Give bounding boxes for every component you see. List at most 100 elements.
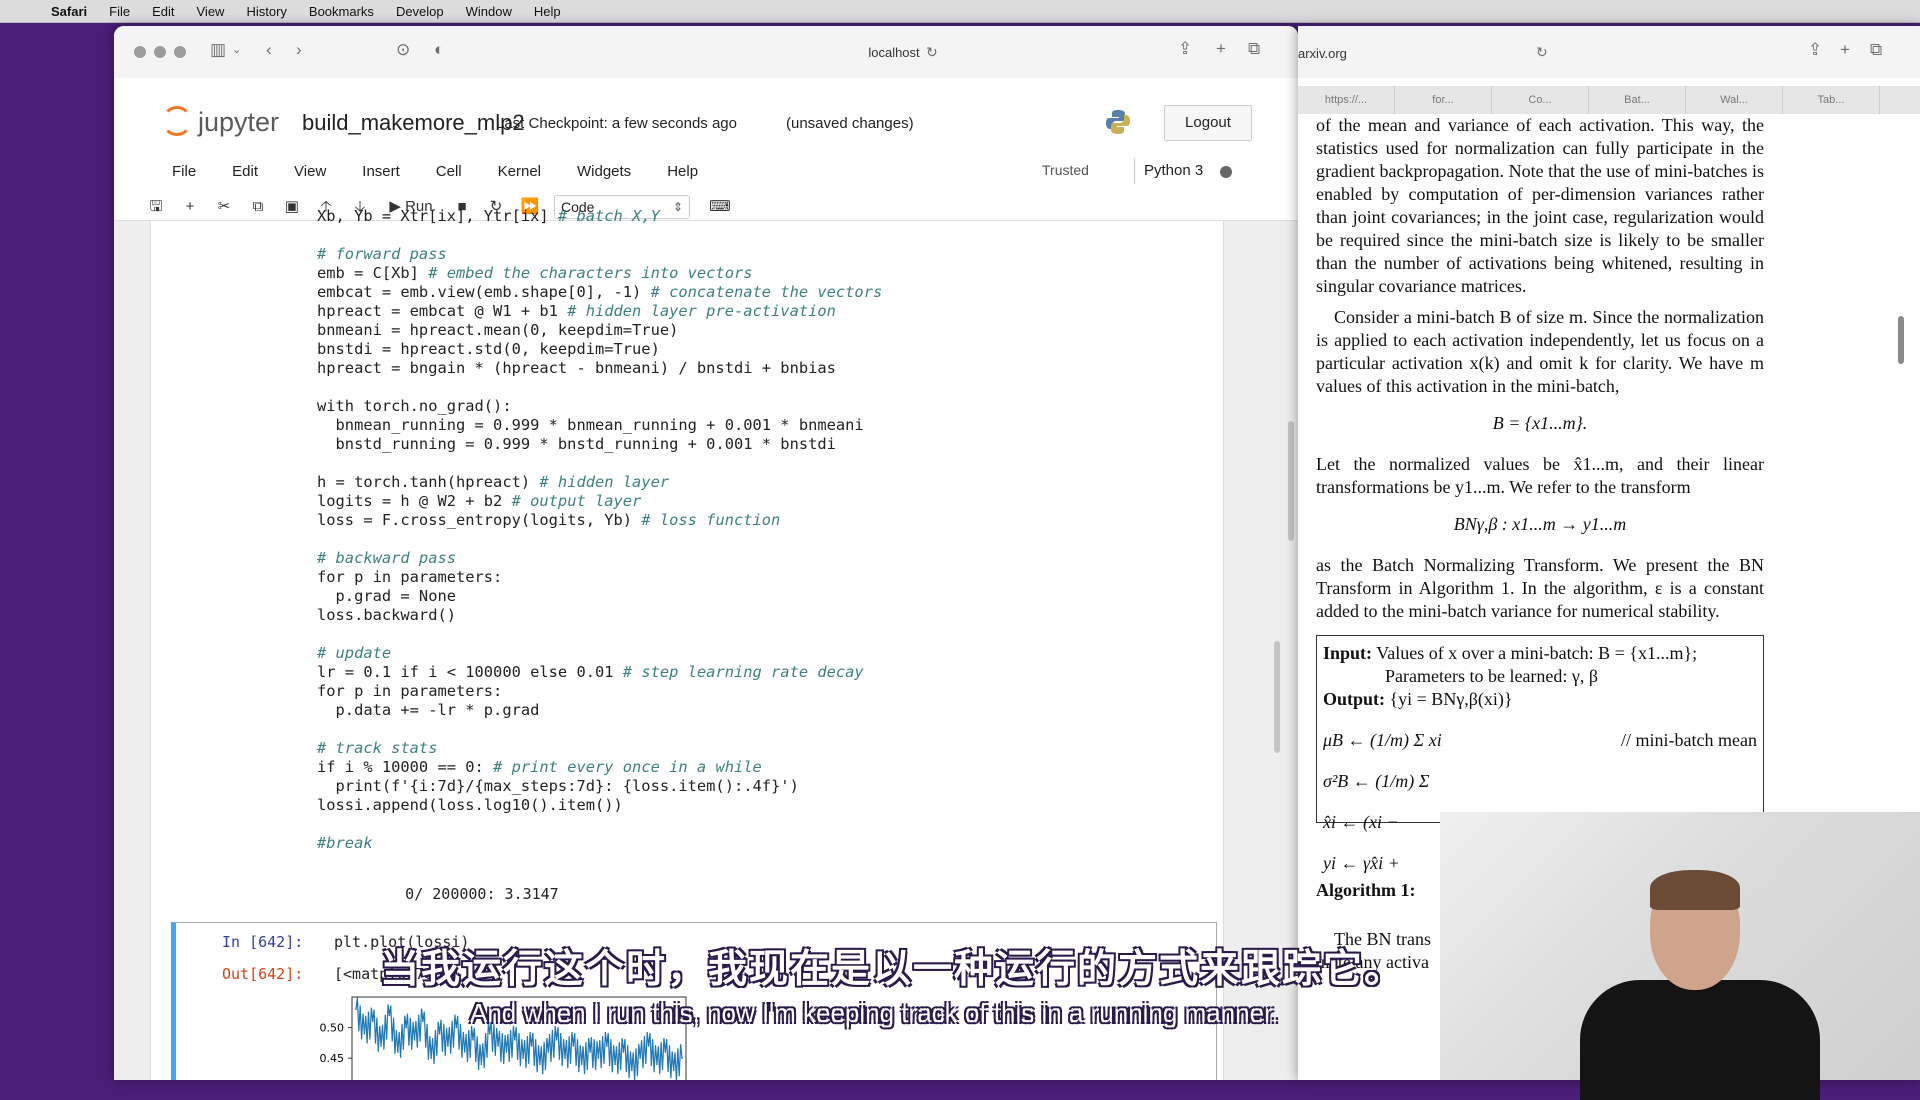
paper-scrollbar[interactable]: [1898, 316, 1904, 364]
code-comment: # concatenate the vectors: [650, 283, 883, 301]
loss-point: [672, 1069, 675, 1072]
address-bar-right[interactable]: arxiv.org: [1298, 46, 1347, 61]
paste-icon[interactable]: ▣: [278, 195, 306, 219]
loss-point: [631, 1069, 633, 1072]
menu-file[interactable]: File: [98, 4, 141, 19]
alg-line-1: μB ← (1/m) Σ xi: [1323, 730, 1442, 750]
minimize-window-button[interactable]: [154, 46, 166, 58]
new-tab-icon[interactable]: +: [1216, 39, 1226, 59]
code-line: for p in parameters:: [317, 682, 882, 701]
input-prompt: In [642]:: [222, 933, 304, 951]
code-cell-editor[interactable]: Xb, Yb = Xtr[ix], Ytr[ix] # batch X,Y # f…: [317, 207, 882, 853]
menu-view[interactable]: View: [186, 4, 236, 19]
subtitle-chinese: 当我运行这个时，我现在是以一种运行的方式来跟踪它。: [380, 948, 1406, 991]
tab-3[interactable]: Co...: [1492, 86, 1589, 114]
code-comment: # batch X,Y: [557, 207, 660, 225]
code-line: bnmean_running = 0.999 * bnmean_running …: [317, 416, 882, 435]
back-icon[interactable]: ‹: [266, 40, 272, 60]
code-line: p.data += -lr * p.grad: [317, 701, 882, 720]
tab-1[interactable]: https://...: [1298, 86, 1395, 114]
menu-window[interactable]: Window: [455, 4, 523, 19]
loss-point: [363, 1032, 366, 1035]
jupyter-logo[interactable]: jupyter: [162, 106, 279, 138]
code-text: with torch.no_grad():: [317, 397, 512, 415]
jupyter-menu-kernel[interactable]: Kernel: [480, 158, 559, 186]
tab-6[interactable]: Tab...: [1783, 86, 1880, 114]
insert-cell-icon[interactable]: +: [176, 195, 204, 219]
menu-develop[interactable]: Develop: [385, 4, 455, 19]
code-comment: # embed the characters into vectors: [428, 264, 753, 282]
save-icon[interactable]: 🖫: [142, 195, 170, 219]
cell-scrollbar[interactable]: [1274, 641, 1280, 753]
tab-overview-icon[interactable]: ⧉: [1248, 39, 1260, 59]
shield-icon[interactable]: ◐: [434, 40, 444, 60]
share-icon[interactable]: ⇪: [1178, 39, 1192, 59]
notebook-scrollbar[interactable]: [1288, 421, 1294, 541]
menu-app-name[interactable]: Safari: [40, 4, 98, 19]
code-comment: # print every once in a while: [493, 758, 762, 776]
zoom-window-button[interactable]: [174, 46, 186, 58]
menu-history[interactable]: History: [235, 4, 297, 19]
jupyter-menu-help[interactable]: Help: [649, 158, 716, 186]
new-tab-icon[interactable]: +: [1840, 40, 1850, 60]
sidebar-icon[interactable]: ▥: [210, 40, 226, 60]
share-icon[interactable]: ⇪: [1808, 40, 1822, 60]
code-text: loss = F.cross_entropy(logits, Yb): [317, 511, 642, 529]
kernel-name[interactable]: Python 3: [1144, 162, 1203, 179]
code-line: emb = C[Xb] # embed the characters into …: [317, 264, 882, 283]
paper-paragraph-1: of the mean and variance of each activat…: [1316, 115, 1764, 296]
y-tick-label: 0.50: [320, 1022, 345, 1035]
jupyter-menu-cell[interactable]: Cell: [418, 158, 480, 186]
cut-icon[interactable]: ✂: [210, 195, 238, 219]
code-line: hpreact = embcat @ W1 + b1 # hidden laye…: [317, 302, 882, 321]
trusted-indicator[interactable]: Trusted: [1042, 162, 1089, 178]
alg-line-4: yi ← γx̂i +: [1323, 853, 1400, 873]
notebook-name[interactable]: build_makemore_mlp2: [302, 110, 525, 136]
loss-point: [539, 1063, 541, 1066]
code-line: #break: [317, 834, 882, 853]
code-text: p.grad = None: [317, 587, 456, 605]
jupyter-menu: File Edit View Insert Cell Kernel Widget…: [154, 158, 716, 186]
tab-5[interactable]: Wal...: [1686, 86, 1783, 114]
loss-point: [664, 1051, 667, 1053]
code-text: bnmeani = hpreact.mean(0, keepdim=True): [317, 321, 679, 339]
alg-line-1-comment: // mini-batch mean: [1621, 730, 1757, 750]
loss-point: [505, 1051, 508, 1053]
tab-4[interactable]: Bat...: [1589, 86, 1686, 114]
code-line: h = torch.tanh(hpreact) # hidden layer: [317, 473, 882, 492]
jupyter-menu-edit[interactable]: Edit: [214, 158, 276, 186]
tab-overview-icon[interactable]: ⧉: [1870, 40, 1882, 60]
code-comment: # step learning rate decay: [622, 663, 864, 681]
reload-icon[interactable]: ↻: [1536, 42, 1548, 62]
jupyter-menu-view[interactable]: View: [276, 158, 344, 186]
logout-button[interactable]: Logout: [1164, 105, 1252, 141]
loss-point: [405, 1026, 407, 1029]
loss-point: [522, 1057, 524, 1059]
menu-help[interactable]: Help: [523, 4, 572, 19]
code-line: bnmeani = hpreact.mean(0, keepdim=True): [317, 321, 882, 340]
loss-point: [647, 1045, 650, 1047]
loss-point: [497, 1045, 499, 1047]
tab-2[interactable]: for...: [1395, 86, 1492, 114]
loss-point: [388, 1014, 391, 1017]
equation-bn-transform: BNγ,β : x1...m → y1...m: [1453, 514, 1627, 534]
address-bar[interactable]: localhost: [674, 40, 1114, 66]
menu-edit[interactable]: Edit: [141, 4, 185, 19]
reload-icon[interactable]: ↻: [926, 42, 938, 62]
menu-bookmarks[interactable]: Bookmarks: [298, 4, 385, 19]
privacy-report-icon[interactable]: ⊙: [396, 40, 410, 60]
code-text: hpreact = bngain * (hpreact - bnmeani) /…: [317, 359, 836, 377]
close-window-button[interactable]: [134, 46, 146, 58]
forward-icon[interactable]: ›: [296, 40, 302, 60]
chevron-down-icon[interactable]: ⌄: [232, 40, 241, 60]
equation-batch: B = {x1...m}.: [1492, 413, 1588, 433]
jupyter-menu-widgets[interactable]: Widgets: [559, 158, 649, 186]
code-line: logits = h @ W2 + b2 # output layer: [317, 492, 882, 511]
jupyter-menu-insert[interactable]: Insert: [344, 158, 418, 186]
copy-icon[interactable]: ⧉: [244, 195, 272, 219]
jupyter-menu-file[interactable]: File: [154, 158, 214, 186]
code-line: lr = 0.1 if i < 100000 else 0.01 # step …: [317, 663, 882, 682]
